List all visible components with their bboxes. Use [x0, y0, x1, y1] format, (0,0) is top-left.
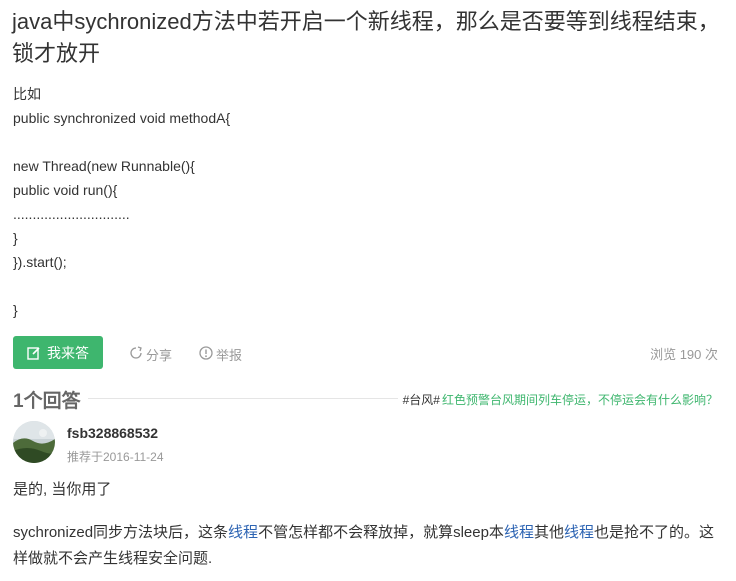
- body-line: 比如: [13, 86, 41, 102]
- question-title: java中sychronized方法中若开启一个新线程，那么是否要等到线程结束，…: [12, 9, 720, 66]
- keyword-link[interactable]: 线程: [504, 524, 534, 541]
- answers-count-heading: 1个回答: [13, 391, 81, 412]
- body-line: }: [13, 302, 18, 318]
- keyword-link[interactable]: 线程: [228, 524, 258, 541]
- news-text[interactable]: 红色预警台风期间列车停运，不停运会有什么影响？: [442, 391, 718, 408]
- answer-button-label: 我来答: [47, 344, 89, 361]
- answer-paragraph-1: 是的, 当你用了: [13, 481, 112, 498]
- body-line: public void run(){: [13, 182, 118, 198]
- report-button[interactable]: 举报: [199, 345, 242, 364]
- body-line: ..............................: [13, 206, 130, 222]
- answer-username[interactable]: fsb328868532: [67, 425, 158, 441]
- share-button[interactable]: 分享: [129, 345, 172, 364]
- keyword-link[interactable]: 线程: [564, 524, 594, 541]
- avatar[interactable]: [13, 421, 55, 463]
- news-tag[interactable]: #台风#: [403, 391, 440, 408]
- share-label: 分享: [146, 348, 173, 363]
- answer-text: sychronized同步方法块后，这条: [13, 524, 229, 541]
- report-label: 举报: [216, 348, 243, 363]
- divider: [88, 398, 398, 399]
- body-line: public synchronized void methodA{: [13, 110, 231, 126]
- recommended-date: 推荐于2016-11-24: [67, 450, 164, 464]
- body-line: }: [13, 230, 18, 246]
- edit-icon: [27, 346, 41, 360]
- body-line: }).start();: [13, 254, 67, 270]
- answer-text: 不管怎样都不会释放掉，就算sleep本: [258, 524, 504, 541]
- answer-text: 其他: [533, 524, 564, 541]
- question-body: 比如 public synchronized void methodA{ new…: [13, 82, 713, 322]
- view-count: 浏览 190 次: [650, 347, 718, 362]
- warning-icon: [199, 346, 213, 363]
- answer-paragraph-2: sychronized同步方法块后，这条线程不管怎样都不会释放掉，就算sleep…: [13, 520, 723, 572]
- news-link[interactable]: #台风# 红色预警台风期间列车停运，不停运会有什么影响？: [403, 391, 718, 408]
- answer-button[interactable]: 我来答: [13, 336, 103, 369]
- share-icon: [129, 346, 143, 363]
- body-line: new Thread(new Runnable(){: [13, 158, 195, 174]
